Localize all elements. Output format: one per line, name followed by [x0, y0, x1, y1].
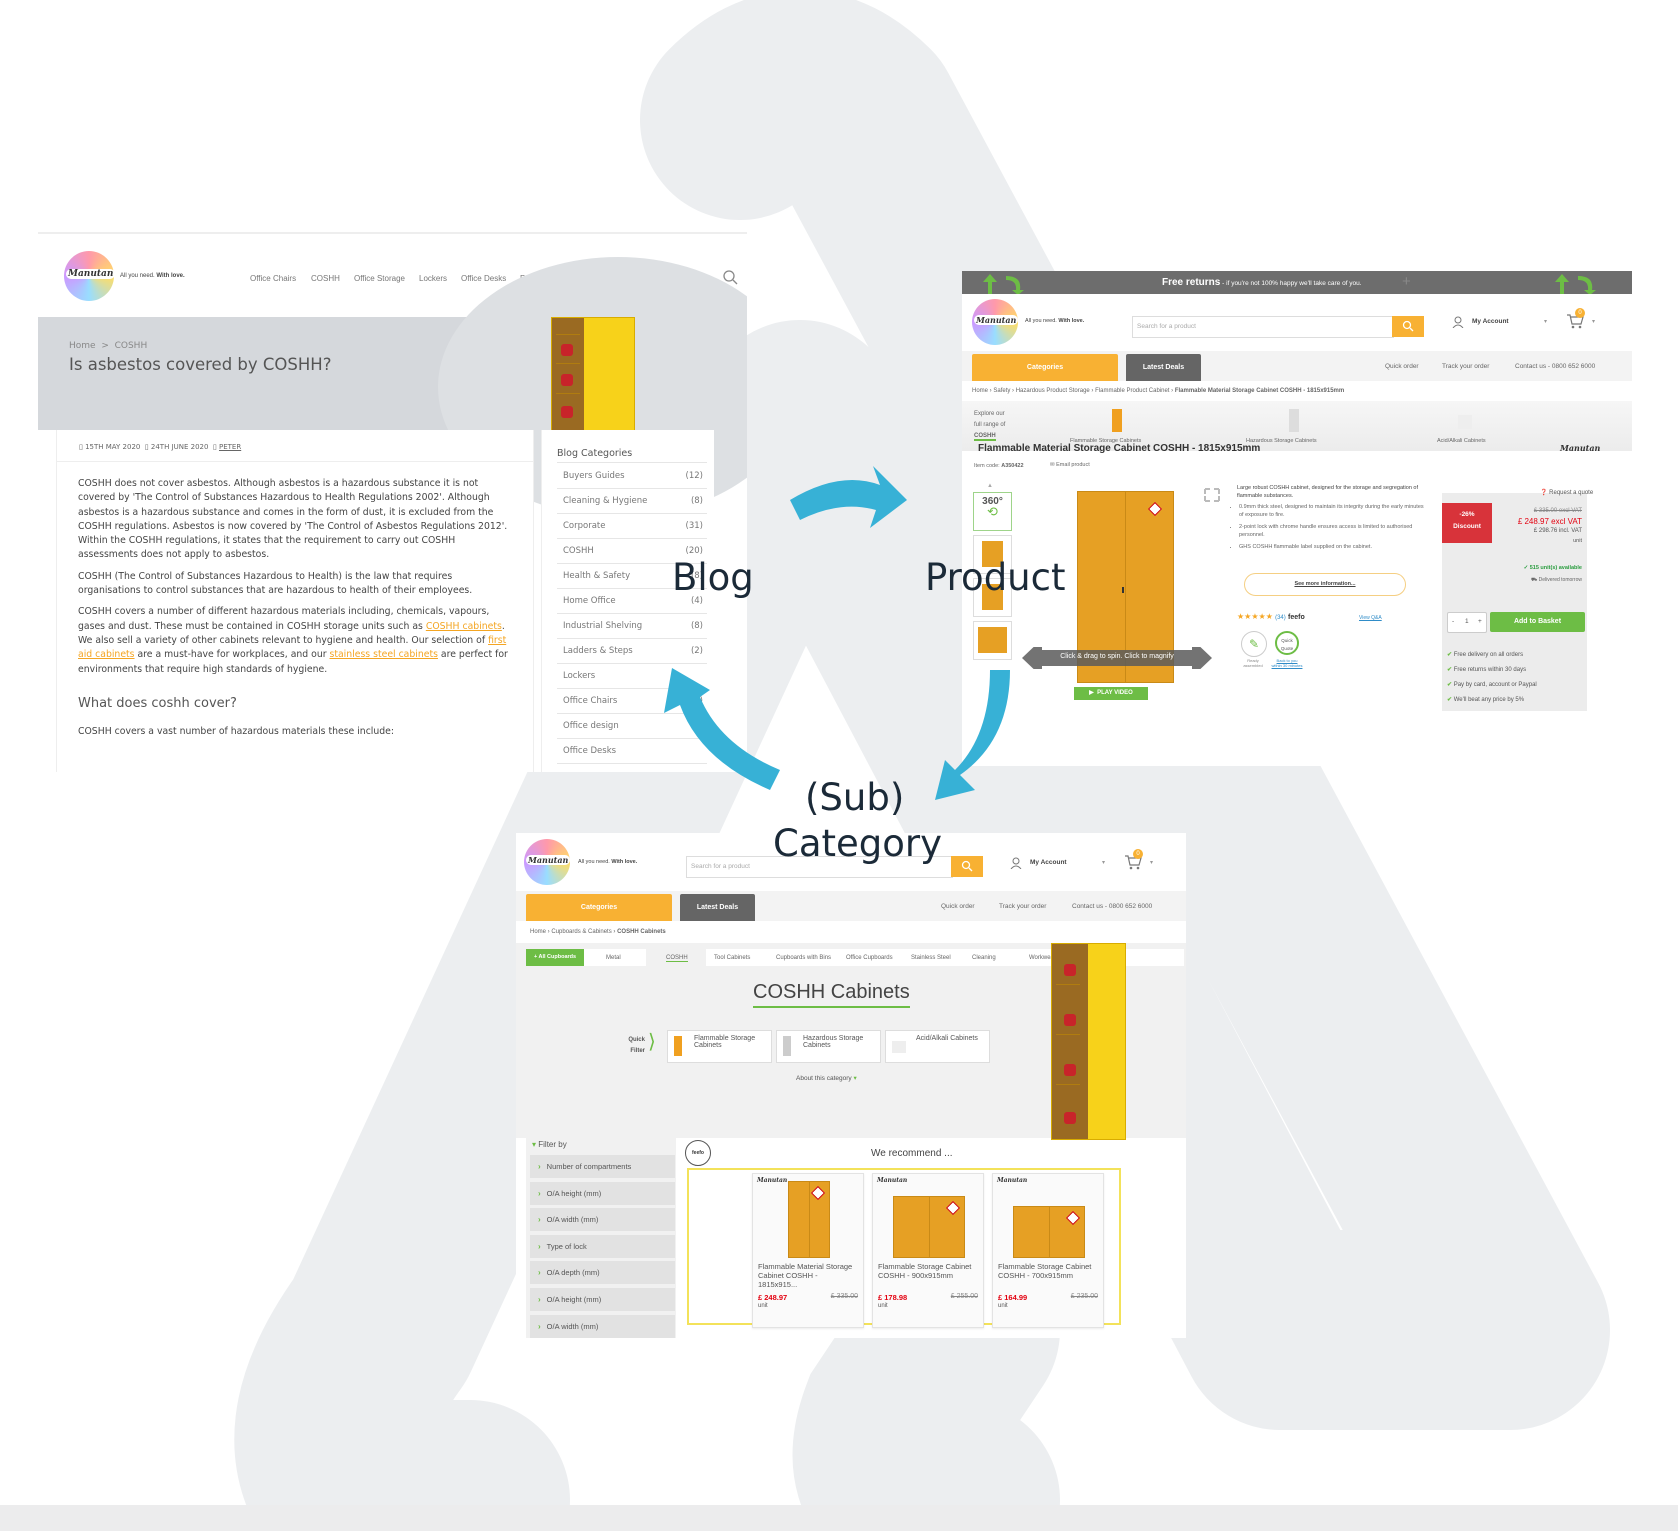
label-blog: Blog [672, 556, 754, 599]
label-sub: (Sub) [805, 776, 905, 819]
arrow-product-to-category [935, 670, 1010, 800]
label-product: Product [925, 556, 1066, 599]
label-category: Category [773, 822, 943, 865]
arrow-category-to-blog [664, 668, 780, 790]
arrow-blog-to-product [790, 466, 907, 528]
flow-arrows [664, 466, 1010, 800]
